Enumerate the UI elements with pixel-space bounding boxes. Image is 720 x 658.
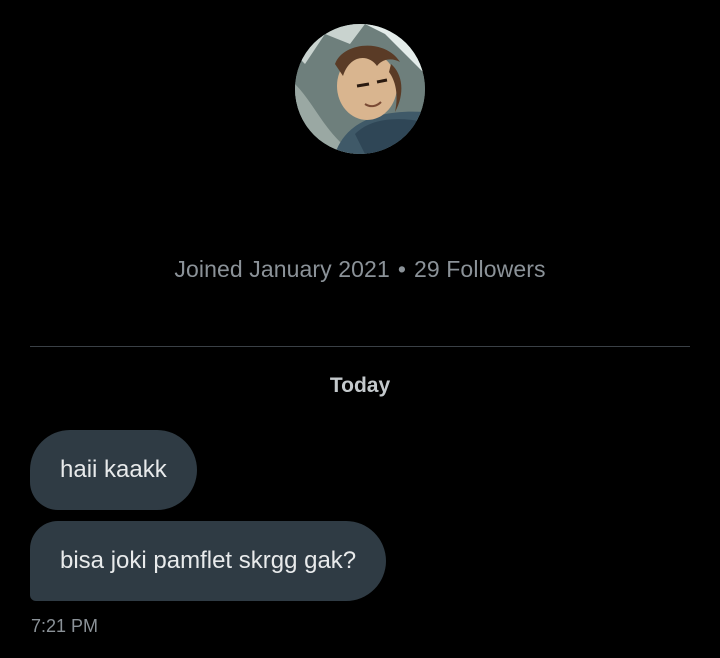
message-bubble[interactable]: haii kaakk xyxy=(30,430,197,510)
followers-count[interactable]: 29 Followers xyxy=(414,256,546,282)
avatar[interactable] xyxy=(295,24,425,154)
avatar-image xyxy=(295,24,425,154)
message-timestamp: 7:21 PM xyxy=(31,616,99,636)
profile-meta: Joined January 2021 • 29 Followers xyxy=(0,256,720,283)
date-separator: Today xyxy=(329,374,391,397)
meta-separator: • xyxy=(397,256,406,282)
joined-date: Joined January 2021 xyxy=(174,256,390,282)
divider xyxy=(30,346,690,347)
message-bubble[interactable]: bisa joki pamflet skrgg gak? xyxy=(30,521,387,601)
